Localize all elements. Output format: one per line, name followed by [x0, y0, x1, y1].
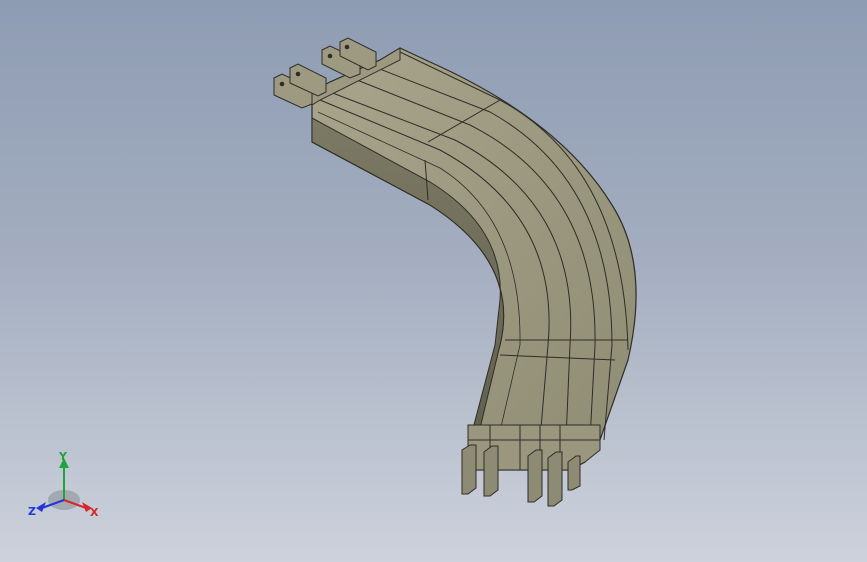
busbar-bend-model[interactable]	[0, 0, 867, 562]
x-axis-label: X	[90, 506, 99, 519]
z-axis-label: Z	[28, 505, 36, 518]
graphics-viewport[interactable]: Y X Z	[0, 0, 867, 562]
y-axis-label: Y	[58, 450, 68, 463]
bottom-tab-2	[483, 445, 499, 497]
bend-body-outer	[311, 47, 637, 471]
bottom-tab-4	[547, 451, 563, 507]
orientation-triad[interactable]: Y X Z	[26, 446, 106, 526]
bottom-tab-3	[527, 449, 543, 503]
bottom-tab-5	[567, 455, 581, 491]
bottom-tab-1	[461, 444, 477, 495]
